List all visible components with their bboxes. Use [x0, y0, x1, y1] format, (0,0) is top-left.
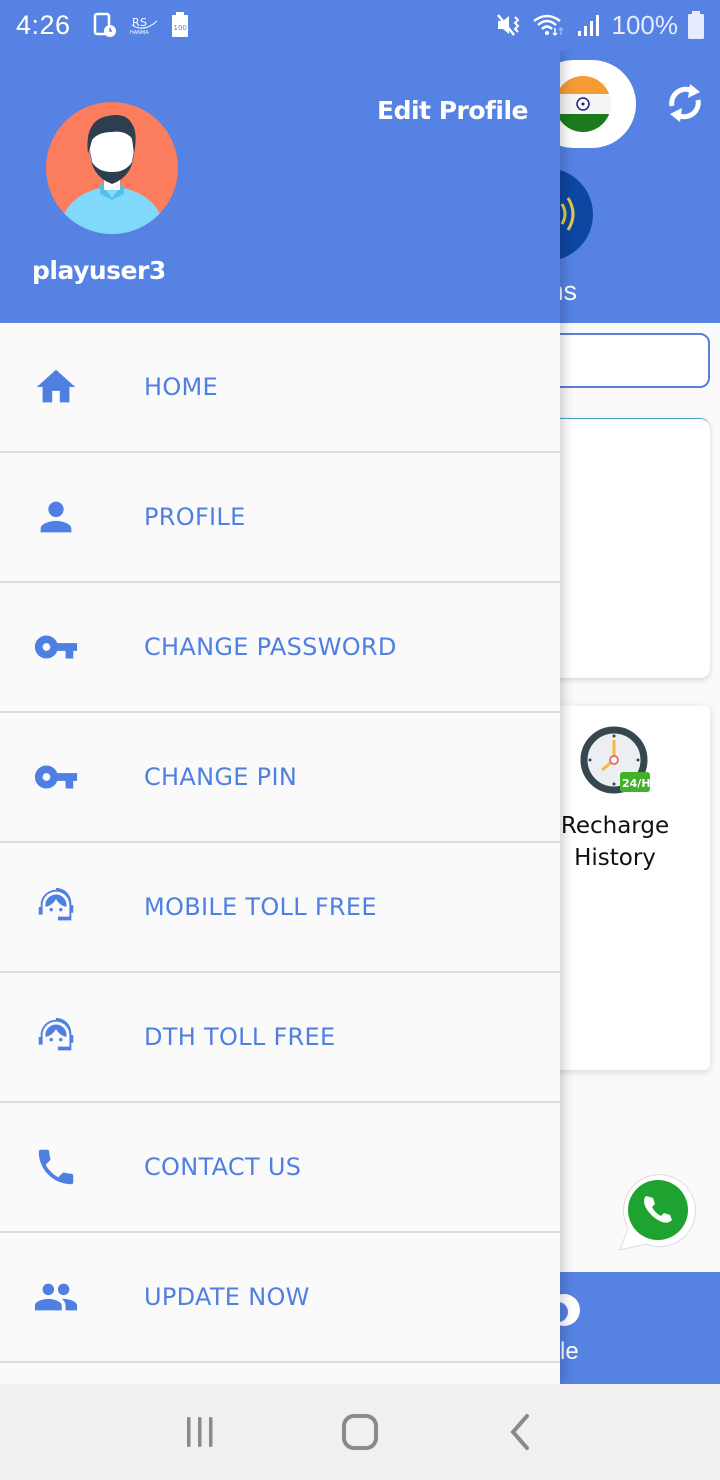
drawer-header: playuser3 Edit Profile: [0, 50, 560, 323]
home-circle-icon: [342, 1414, 378, 1450]
ros-hanma-icon: R SHANMA: [130, 16, 157, 36]
menu-label: PROFILE: [144, 503, 246, 531]
menu-item-update-now[interactable]: UPDATE NOW: [0, 1233, 560, 1363]
back-chevron-icon: [510, 1414, 529, 1450]
drawer-menu: HOME PROFILE CHANGE PASSWORD CHANGE PIN …: [0, 323, 560, 1363]
menu-label: UPDATE NOW: [144, 1283, 310, 1311]
status-bar: 4:26 R S HANMA 100 100%: [0, 0, 720, 50]
user-avatar-icon: [46, 102, 178, 234]
menu-item-change-password[interactable]: CHANGE PASSWORD: [0, 583, 560, 713]
drawer-scrim[interactable]: [560, 50, 720, 1384]
menu-label: CHANGE PIN: [144, 763, 298, 791]
signal-icon: [577, 15, 599, 36]
screen-timer-icon: [93, 12, 116, 37]
menu-label: MOBILE TOLL FREE: [144, 893, 377, 921]
menu-item-home[interactable]: HOME: [0, 323, 560, 453]
support-agent-icon: [38, 887, 74, 921]
svg-text:HANMA: HANMA: [130, 30, 149, 36]
menu-item-dth-toll-free[interactable]: DTH TOLL FREE: [0, 973, 560, 1103]
key-icon: [34, 635, 78, 659]
battery-icon: [688, 11, 704, 39]
menu-item-mobile-toll-free[interactable]: MOBILE TOLL FREE: [0, 843, 560, 973]
recent-apps-button[interactable]: [170, 1402, 230, 1462]
menu-item-contact-us[interactable]: CONTACT US: [0, 1103, 560, 1233]
group-icon: [34, 1283, 78, 1311]
menu-label: CHANGE PASSWORD: [144, 633, 397, 661]
support-agent-icon: [38, 1017, 74, 1051]
navigation-drawer: playuser3 Edit Profile HOME PROFILE CHAN…: [0, 50, 560, 1384]
home-button[interactable]: [330, 1402, 390, 1462]
menu-label: CONTACT US: [144, 1153, 302, 1181]
svg-text:S: S: [140, 16, 147, 29]
key-icon: [34, 765, 78, 789]
username: playuser3: [32, 256, 166, 285]
battery-percent: 100%: [611, 9, 679, 40]
status-time: 4:26: [16, 9, 71, 40]
mute-vibrate-icon: [496, 14, 519, 36]
battery-100-icon: 100: [171, 12, 188, 37]
menu-item-change-pin[interactable]: CHANGE PIN: [0, 713, 560, 843]
menu-label: HOME: [144, 373, 219, 401]
phone-icon: [38, 1149, 74, 1185]
menu-item-profile[interactable]: PROFILE: [0, 453, 560, 583]
avatar[interactable]: [46, 102, 178, 234]
edit-profile-link[interactable]: Edit Profile: [377, 96, 529, 125]
home-icon: [36, 369, 76, 403]
menu-label: DTH TOLL FREE: [144, 1023, 336, 1051]
recent-apps-icon: [187, 1417, 213, 1447]
back-button[interactable]: [490, 1402, 550, 1462]
system-nav-bar: [0, 1384, 720, 1480]
person-icon: [40, 501, 72, 533]
svg-text:100: 100: [173, 24, 186, 32]
wifi-icon: [532, 14, 564, 37]
